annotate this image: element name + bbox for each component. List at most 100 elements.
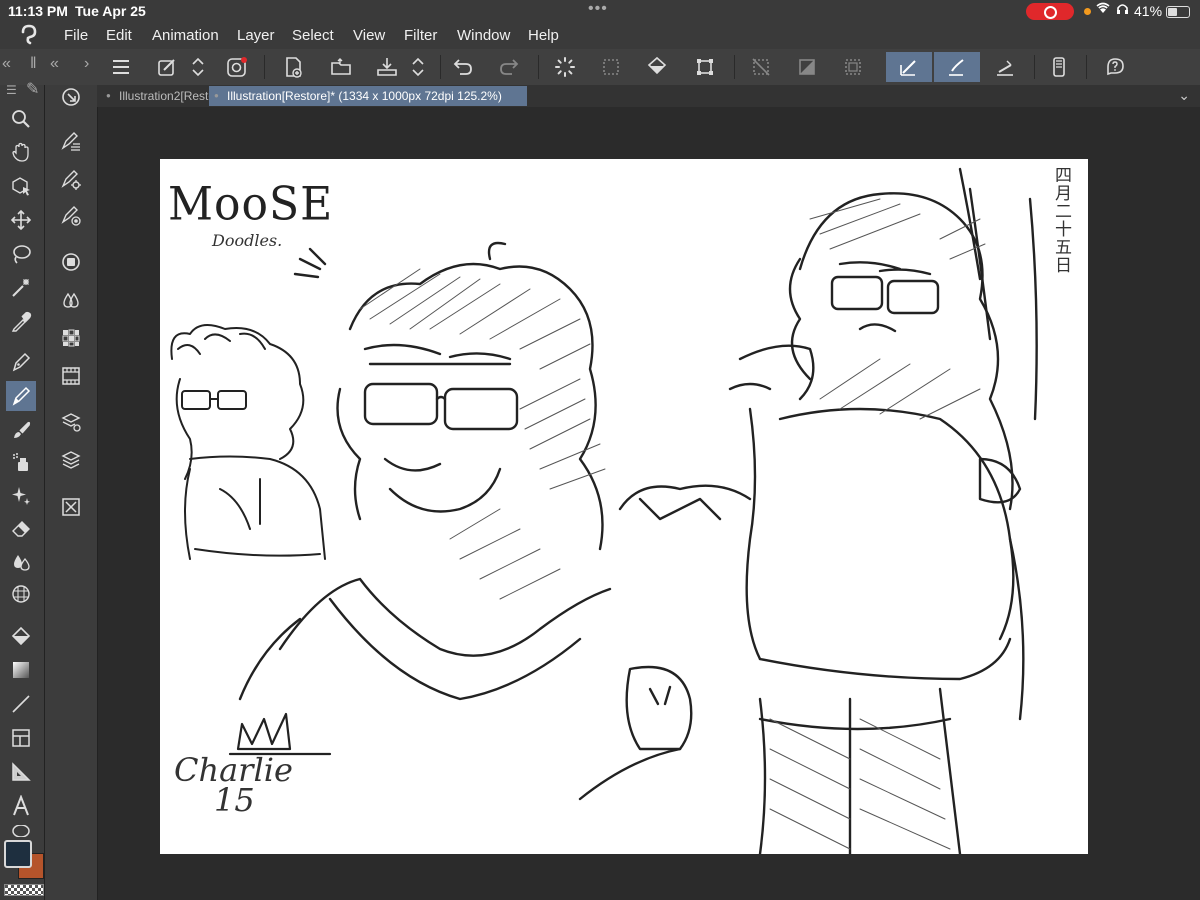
color-set-icon[interactable] xyxy=(55,323,87,353)
pen-tool-icon[interactable] xyxy=(6,347,36,377)
eraser-icon[interactable] xyxy=(6,513,36,543)
navigator-icon[interactable] xyxy=(55,492,87,522)
screen-record-icon[interactable] xyxy=(1026,3,1074,20)
pen-icon[interactable]: ✎ xyxy=(26,79,39,99)
menu-help[interactable]: Help xyxy=(528,27,559,44)
up-down-icon[interactable] xyxy=(186,52,210,82)
palette-menu-icon[interactable]: ☰ xyxy=(6,83,17,97)
menu-file[interactable]: File xyxy=(64,27,88,44)
transparent-color-swatch[interactable] xyxy=(4,884,44,896)
lasso-icon[interactable] xyxy=(6,239,36,269)
layers-icon[interactable] xyxy=(55,445,87,475)
menu-layer[interactable]: Layer xyxy=(237,27,275,44)
date-char: 月 xyxy=(1055,184,1072,204)
magic-wand-icon[interactable] xyxy=(6,273,36,303)
battery-level xyxy=(1168,8,1178,16)
tab-illustration2[interactable]: Illustration2[Restore] xyxy=(101,86,223,106)
menu-view[interactable]: View xyxy=(353,27,385,44)
hatching xyxy=(359,268,606,600)
blend-icon[interactable] xyxy=(6,547,36,577)
timeline-icon[interactable] xyxy=(55,361,87,391)
mesh-transform-icon[interactable] xyxy=(6,579,36,609)
clip-studio-icon[interactable] xyxy=(220,52,254,82)
date-char: 四 xyxy=(1055,166,1072,186)
hatching-right xyxy=(769,198,986,850)
smartphone-icon[interactable] xyxy=(1042,52,1076,82)
subtool-property-icon[interactable] xyxy=(55,127,87,157)
gradient-icon[interactable] xyxy=(6,655,36,685)
collapse-left-icon[interactable]: « xyxy=(2,55,11,73)
menu-edit[interactable]: Edit xyxy=(106,27,132,44)
help-icon[interactable] xyxy=(1098,52,1132,82)
multitask-dots-icon[interactable]: ••• xyxy=(588,0,608,18)
sketch-subtitle: Doodles. xyxy=(212,231,283,250)
hamburger-menu-icon[interactable] xyxy=(104,52,138,82)
date-char: 十 xyxy=(1055,220,1072,240)
ruler-icon[interactable] xyxy=(6,757,36,787)
loading-spinner-icon[interactable] xyxy=(548,52,582,82)
status-time: 11:13 PM xyxy=(8,3,68,19)
small-figure-sketch xyxy=(170,324,326,560)
headphones-icon xyxy=(1116,2,1129,18)
select-all-icon[interactable] xyxy=(836,52,870,82)
crown-doodle xyxy=(228,712,332,756)
save-icon[interactable] xyxy=(370,52,404,82)
fill-bucket-icon[interactable] xyxy=(640,52,674,82)
balloon-icon[interactable] xyxy=(6,825,36,837)
clip-studio-logo-icon[interactable] xyxy=(18,24,40,46)
sketch-signature: Charlie 15 xyxy=(174,754,293,816)
new-file-icon[interactable] xyxy=(276,52,310,82)
sketch-date: 四 月 二 十 五 日 xyxy=(1055,167,1075,275)
panel-handle-icon[interactable]: ‖ xyxy=(30,55,37,73)
deselect-icon[interactable] xyxy=(744,52,778,82)
brush-tool-icon[interactable] xyxy=(6,415,36,445)
selection-border-icon[interactable] xyxy=(594,52,628,82)
move-layer-icon[interactable] xyxy=(6,205,36,235)
menu-filter[interactable]: Filter xyxy=(404,27,437,44)
color-mix-icon[interactable] xyxy=(55,285,87,315)
open-folder-icon[interactable] xyxy=(324,52,358,82)
up-down-icon[interactable] xyxy=(406,52,430,82)
main-color-swatch[interactable] xyxy=(4,840,32,868)
brush-settings-icon[interactable] xyxy=(55,165,87,195)
chevron-down-icon[interactable]: ⌄ xyxy=(1178,87,1190,104)
color-wheel-icon[interactable] xyxy=(55,247,87,277)
center-portrait-sketch xyxy=(238,241,693,801)
invert-selection-icon[interactable] xyxy=(790,52,824,82)
snap-brush-icon[interactable] xyxy=(934,52,980,82)
text-tool-icon[interactable] xyxy=(6,791,36,821)
decoration-icon[interactable] xyxy=(6,481,36,511)
snap-special-ruler-icon[interactable] xyxy=(988,52,1022,82)
sketch-artwork xyxy=(170,167,1038,854)
redo-icon[interactable] xyxy=(492,52,526,82)
menu-window[interactable]: Window xyxy=(457,27,510,44)
snap-ruler-icon[interactable] xyxy=(886,52,932,82)
collapse-left-icon[interactable]: « xyxy=(50,55,59,73)
date-char: 二 xyxy=(1055,202,1072,222)
layer-property-icon[interactable] xyxy=(55,407,87,437)
fill-icon[interactable] xyxy=(6,622,36,652)
drawing-canvas[interactable]: MooSE Doodles. 四 月 二 十 五 日 Charlie 15 xyxy=(160,159,1088,854)
command-bar: « ‖ « › xyxy=(0,49,1200,86)
menu-select[interactable]: Select xyxy=(292,27,334,44)
object-select-icon[interactable] xyxy=(6,171,36,201)
subtool-settings-icon[interactable] xyxy=(55,82,87,112)
document-tabs: Illustration2[Restore] Illustration[Rest… xyxy=(97,85,1200,107)
hand-icon[interactable] xyxy=(6,137,36,167)
pencil-tool-icon[interactable] xyxy=(6,381,36,411)
tab-illustration-active[interactable]: Illustration[Restore]* (1334 x 1000px 72… xyxy=(209,86,527,106)
transform-icon[interactable] xyxy=(688,52,722,82)
eyedropper-icon[interactable] xyxy=(6,307,36,337)
edit-icon[interactable] xyxy=(150,52,184,82)
undo-icon[interactable] xyxy=(446,52,480,82)
menu-animation[interactable]: Animation xyxy=(152,27,219,44)
frame-border-icon[interactable] xyxy=(6,723,36,753)
expand-right-icon[interactable]: › xyxy=(84,55,89,73)
airbrush-icon[interactable] xyxy=(6,447,36,477)
zoom-icon[interactable] xyxy=(6,104,36,134)
status-date: Tue Apr 25 xyxy=(75,3,146,19)
brush-size-icon[interactable] xyxy=(55,201,87,231)
status-bar: 11:13 PM Tue Apr 25 ••• 41% xyxy=(0,0,1200,22)
line-icon[interactable] xyxy=(6,689,36,719)
sketch-title: MooSE xyxy=(168,177,334,232)
